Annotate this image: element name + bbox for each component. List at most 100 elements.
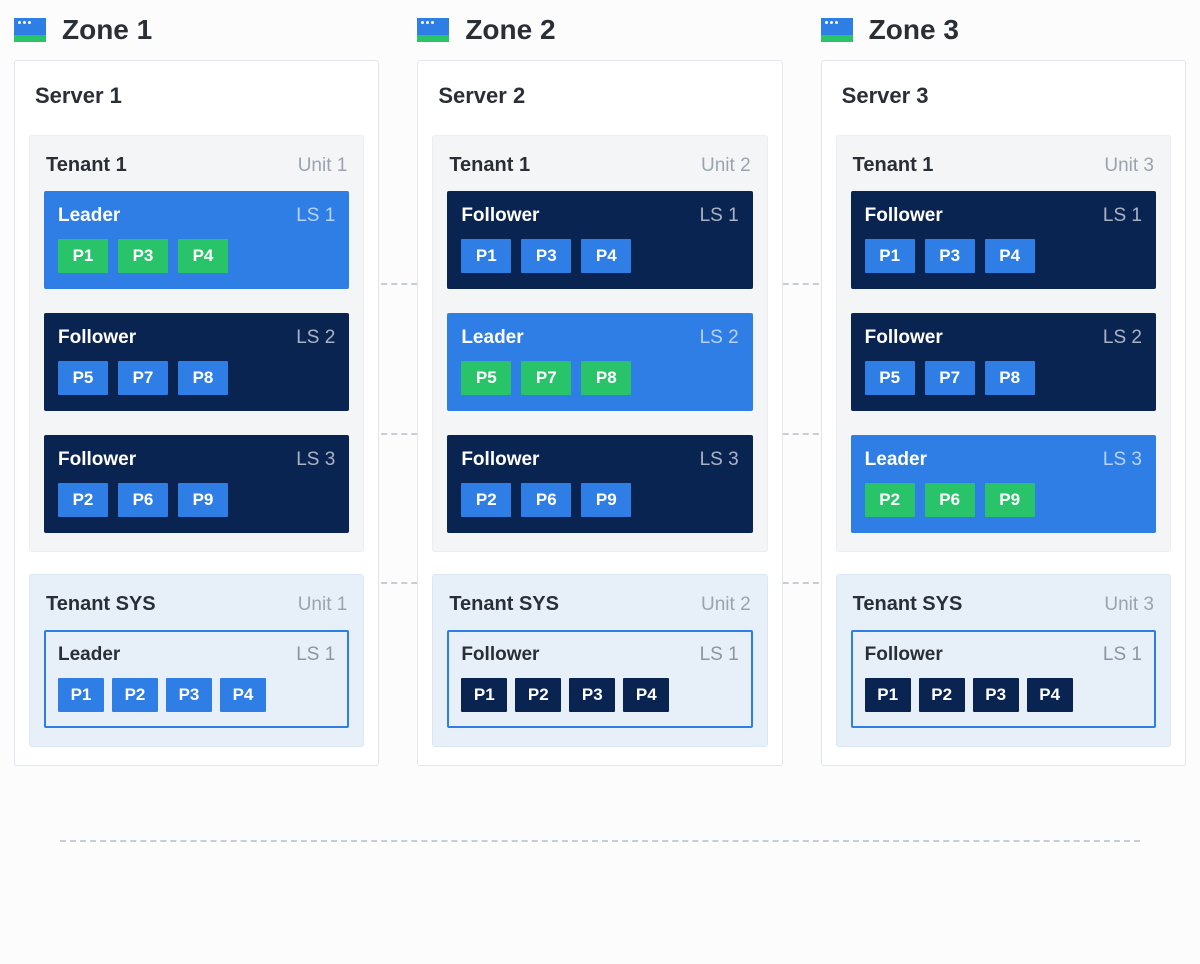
- partition-pills: P1P2P3P4: [461, 678, 738, 712]
- tenant-name: Tenant 1: [853, 154, 934, 177]
- partition-pill: P5: [865, 361, 915, 395]
- tenant-name: Tenant SYS: [853, 593, 963, 616]
- partition-pill: P2: [112, 678, 158, 712]
- log-stream-leader: LeaderLS 1 P1P3P4: [44, 191, 349, 289]
- role-label: Follower: [461, 644, 539, 666]
- server-title: Server 1: [35, 83, 358, 109]
- unit-name: Unit 3: [1104, 594, 1154, 616]
- partition-pill: P3: [569, 678, 615, 712]
- partition-pill: P7: [118, 361, 168, 395]
- log-stream-id: LS 2: [1103, 327, 1142, 349]
- role-label: Follower: [865, 205, 943, 227]
- log-stream-stack: LeaderLS 1P1P3P4FollowerLS 2P5P7P8Follow…: [44, 191, 349, 533]
- log-stream-header: FollowerLS 1: [461, 644, 738, 666]
- tenant-name: Tenant 1: [449, 154, 530, 177]
- zone-title: Zone 3: [869, 14, 959, 46]
- partition-pill: P4: [623, 678, 669, 712]
- partition-pill: P2: [865, 483, 915, 517]
- log-stream-header: Leader LS 1: [58, 644, 335, 666]
- partition-pill: P7: [521, 361, 571, 395]
- partition-pill: P7: [925, 361, 975, 395]
- log-stream-leader: LeaderLS 3P2P6P9: [851, 435, 1156, 533]
- partition-pill: P1: [58, 239, 108, 273]
- log-stream-stack: FollowerLS 1P1P3P4FollowerLS 2P5P7P8Lead…: [851, 191, 1156, 533]
- role-label: Follower: [865, 644, 943, 666]
- zone-header: Zone 1: [14, 14, 379, 46]
- log-stream-header: LeaderLS 1: [58, 205, 335, 227]
- server-title: Server 2: [438, 83, 761, 109]
- partition-pills: P1P3P4: [58, 239, 335, 273]
- log-stream-header: FollowerLS 1: [865, 644, 1142, 666]
- tenant-sys-box: Tenant SYSUnit 2 FollowerLS 1 P1P2P3P4: [432, 574, 767, 747]
- partition-pills: P1P2P3P4: [58, 678, 335, 712]
- server-title: Server 3: [842, 83, 1165, 109]
- log-stream-id: LS 2: [700, 327, 739, 349]
- partition-pill: P3: [166, 678, 212, 712]
- zone: Zone 1Server 1Tenant 1Unit 1LeaderLS 1P1…: [14, 14, 379, 766]
- tenant-header: Tenant 1Unit 3: [853, 154, 1154, 177]
- log-stream-follower: FollowerLS 2P5P7P8: [851, 313, 1156, 411]
- log-stream-follower: FollowerLS 1P1P2P3P4: [851, 630, 1156, 728]
- partition-pill: P1: [461, 239, 511, 273]
- log-stream-id: LS 3: [296, 449, 335, 471]
- tenant-header: Tenant SYSUnit 2: [449, 593, 750, 616]
- log-stream-id: LS 3: [700, 449, 739, 471]
- partition-pill: P4: [178, 239, 228, 273]
- zones-row: Zone 1Server 1Tenant 1Unit 1LeaderLS 1P1…: [14, 14, 1186, 766]
- partition-pill: P1: [58, 678, 104, 712]
- partition-pills: P2P6P9: [461, 483, 738, 517]
- log-stream-stack: FollowerLS 1P1P2P3P4: [851, 630, 1156, 728]
- partition-pills: P1P3P4: [461, 239, 738, 273]
- partition-pill: P3: [925, 239, 975, 273]
- role-label: Leader: [58, 644, 120, 666]
- tenant-header: Tenant 1 Unit 1: [46, 154, 347, 177]
- partition-pill: P9: [581, 483, 631, 517]
- log-stream-leader: LeaderLS 2 P5 P7 P8: [447, 313, 752, 411]
- server-box: Server 1Tenant 1Unit 1LeaderLS 1P1P3P4Fo…: [14, 60, 379, 766]
- tenant-header: Tenant 1Unit 2: [449, 154, 750, 177]
- log-stream-header: LeaderLS 2: [461, 327, 738, 349]
- partition-pill: P4: [985, 239, 1035, 273]
- unit-name: Unit 1: [298, 155, 348, 177]
- partition-pill: P2: [58, 483, 108, 517]
- partition-pill: P2: [919, 678, 965, 712]
- partition-pill: P6: [118, 483, 168, 517]
- partition-pills: P5P7P8: [58, 361, 335, 395]
- log-stream-follower: Follower LS 1 P1 P3 P4: [851, 191, 1156, 289]
- log-stream-id: LS 1: [296, 644, 335, 666]
- zone-header: Zone 3: [821, 14, 1186, 46]
- log-stream-follower: FollowerLS 1 P1P2P3P4: [447, 630, 752, 728]
- partition-pill: P4: [1027, 678, 1073, 712]
- tenant-sys-box: Tenant SYS Unit 3 FollowerLS 1P1P2P3P4: [836, 574, 1171, 747]
- role-label: Follower: [461, 449, 539, 471]
- partition-pill: P3: [521, 239, 571, 273]
- partition-pill: P3: [973, 678, 1019, 712]
- log-stream-stack: FollowerLS 1 P1P2P3P4: [447, 630, 752, 728]
- partition-pill: P9: [985, 483, 1035, 517]
- partition-pill: P9: [178, 483, 228, 517]
- partition-pill: P1: [865, 239, 915, 273]
- log-stream-id: LS 1: [1103, 205, 1142, 227]
- partition-pill: P8: [581, 361, 631, 395]
- zone-header: Zone 2: [417, 14, 782, 46]
- log-stream-follower: Follower LS 3 P2P6P9: [447, 435, 752, 533]
- zone-title: Zone 1: [62, 14, 152, 46]
- zone-title: Zone 2: [465, 14, 555, 46]
- server-icon: [417, 18, 449, 42]
- role-label: Follower: [58, 449, 136, 471]
- server-icon: [821, 18, 853, 42]
- tenant-header: Tenant SYS Unit 3: [853, 593, 1154, 616]
- partition-pill: P5: [461, 361, 511, 395]
- partition-pill: P2: [515, 678, 561, 712]
- replication-link: [60, 840, 1140, 842]
- role-label: Follower: [461, 205, 539, 227]
- tenant-name: Tenant 1: [46, 154, 127, 177]
- log-stream-id: LS 3: [1103, 449, 1142, 471]
- zone: Zone 3Server 3Tenant 1Unit 3FollowerLS 1…: [821, 14, 1186, 766]
- server-box: Server 3Tenant 1Unit 3FollowerLS 1P1P3P4…: [821, 60, 1186, 766]
- partition-pill: P5: [58, 361, 108, 395]
- partition-pills: P2 P6 P9: [58, 483, 335, 517]
- log-stream-stack: Leader LS 1 P1P2P3P4: [44, 630, 349, 728]
- log-stream-header: FollowerLS 2: [58, 327, 335, 349]
- role-label: Follower: [58, 327, 136, 349]
